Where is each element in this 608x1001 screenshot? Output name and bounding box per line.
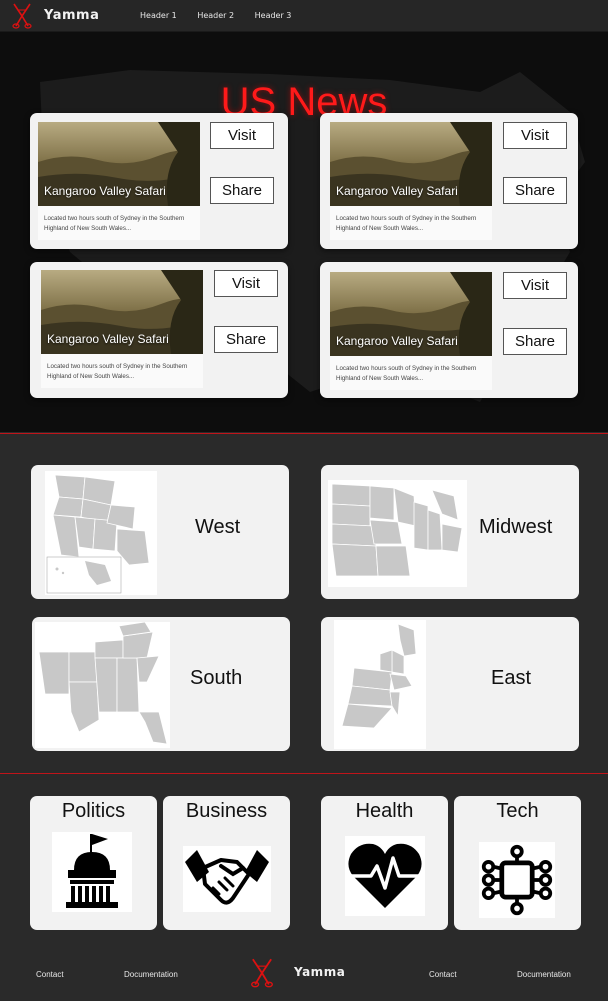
news-media[interactable]: Kangaroo Valley Safari Located two hours… — [330, 272, 492, 390]
west-region-map-icon — [45, 471, 157, 595]
visit-button[interactable]: Visit — [214, 270, 278, 297]
category-card-tech[interactable]: Tech — [454, 796, 581, 930]
region-card-south[interactable]: South — [32, 617, 290, 751]
top-nav: Yamma Header 1 Header 2 Header 3 — [0, 0, 608, 32]
news-description: Located two hours south of Sydney in the… — [44, 215, 185, 232]
nav-link-header-2[interactable]: Header 2 — [197, 11, 234, 20]
region-card-east[interactable]: East — [321, 617, 579, 751]
footer-link-contact[interactable]: Contact — [36, 970, 64, 979]
heart-pulse-icon — [345, 836, 425, 916]
category-label: Politics — [61, 800, 126, 822]
news-card: Kangaroo Valley Safari Located two hours… — [30, 113, 288, 249]
south-region-map-icon — [35, 622, 170, 748]
hero-section: US News Kangaroo Valley Safari Located t… — [0, 32, 608, 432]
share-button[interactable]: Share — [503, 177, 567, 204]
scissors-figure-icon[interactable] — [246, 957, 278, 989]
news-description: Located two hours south of Sydney in the… — [336, 365, 477, 382]
region-label: Midwest — [479, 516, 553, 538]
nav-link-header-1[interactable]: Header 1 — [140, 11, 177, 20]
visit-button[interactable]: Visit — [503, 272, 567, 299]
share-button[interactable]: Share — [214, 326, 278, 353]
category-label: Tech — [496, 800, 539, 822]
nav-link-header-3[interactable]: Header 3 — [255, 11, 292, 20]
news-caption: Kangaroo Valley Safari — [47, 332, 169, 346]
category-card-politics[interactable]: Politics — [30, 796, 157, 930]
region-label: South — [190, 667, 243, 689]
news-media[interactable]: Kangaroo Valley Safari Located two hours… — [41, 270, 203, 388]
region-label: East — [491, 667, 532, 689]
visit-button[interactable]: Visit — [210, 122, 274, 149]
news-media[interactable]: Kangaroo Valley Safari Located two hours… — [38, 122, 200, 240]
news-caption: Kangaroo Valley Safari — [44, 184, 166, 198]
footer-brand-name[interactable]: Yamma — [294, 965, 345, 979]
visit-button[interactable]: Visit — [503, 122, 567, 149]
circuit-icon — [479, 842, 555, 918]
news-caption: Kangaroo Valley Safari — [336, 334, 458, 348]
region-card-west[interactable]: West — [31, 465, 289, 599]
handshake-icon — [183, 846, 271, 912]
section-divider — [0, 773, 608, 774]
share-button[interactable]: Share — [503, 328, 567, 355]
capitol-building-icon — [52, 832, 132, 912]
category-label: Business — [185, 800, 268, 822]
category-label: Health — [355, 800, 414, 822]
news-card: Kangaroo Valley Safari Located two hours… — [320, 262, 578, 398]
news-description: Located two hours south of Sydney in the… — [47, 363, 188, 380]
region-label: West — [195, 516, 241, 538]
category-card-business[interactable]: Business — [163, 796, 290, 930]
news-card: Kangaroo Valley Safari Located two hours… — [320, 113, 578, 249]
footer-link-contact[interactable]: Contact — [429, 970, 457, 979]
footer-link-documentation[interactable]: Documentation — [124, 970, 178, 979]
news-media[interactable]: Kangaroo Valley Safari Located two hours… — [330, 122, 492, 240]
share-button[interactable]: Share — [210, 177, 274, 204]
nav-links: Header 1 Header 2 Header 3 — [140, 11, 309, 20]
midwest-region-map-icon — [328, 480, 467, 587]
news-caption: Kangaroo Valley Safari — [336, 184, 458, 198]
brand-name[interactable]: Yamma — [44, 8, 99, 23]
category-card-health[interactable]: Health — [321, 796, 448, 930]
region-card-midwest[interactable]: Midwest — [321, 465, 579, 599]
section-divider — [0, 433, 608, 434]
footer-link-documentation[interactable]: Documentation — [517, 970, 571, 979]
east-region-map-icon — [334, 620, 426, 749]
news-card: Kangaroo Valley Safari Located two hours… — [30, 262, 288, 398]
scissors-figure-icon[interactable] — [8, 2, 36, 30]
footer: Contact Documentation Yamma Contact Docu… — [0, 945, 608, 1001]
news-description: Located two hours south of Sydney in the… — [336, 215, 477, 232]
